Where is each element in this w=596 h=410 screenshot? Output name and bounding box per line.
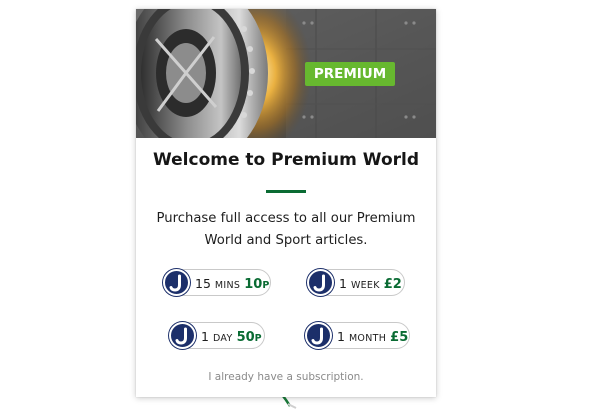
option-price: 10: [244, 277, 263, 292]
option-1-day[interactable]: 1 DAY 50P: [169, 322, 265, 349]
page: PREMIUM Welcome to Premium World Purchas…: [0, 0, 596, 410]
j-logo-icon: [169, 322, 196, 349]
option-price: £5: [390, 330, 409, 345]
j-logo-icon: [307, 269, 334, 296]
option-price: £2: [383, 277, 402, 292]
option-unit: MINS: [214, 280, 241, 291]
option-price: 50: [236, 330, 255, 345]
modal-title: Welcome to Premium World: [153, 150, 419, 170]
option-price-suffix: P: [254, 333, 262, 344]
option-label: 1 MONTH £5: [337, 323, 408, 350]
option-label: 1 WEEK £2: [339, 270, 402, 297]
j-logo-icon: [305, 322, 332, 349]
modal-description: Purchase full access to all our Premium …: [156, 211, 416, 248]
option-label: 1 DAY 50P: [201, 323, 262, 350]
existing-subscription-link[interactable]: I already have a subscription.: [136, 371, 436, 383]
option-unit: DAY: [212, 333, 233, 344]
option-price-suffix: P: [262, 280, 270, 291]
option-unit: WEEK: [350, 280, 380, 291]
title-divider: [266, 190, 306, 193]
premium-badge: PREMIUM: [305, 62, 395, 86]
option-15-mins[interactable]: 15 MINS 10P: [163, 269, 271, 296]
option-amount: 1: [339, 276, 347, 291]
option-amount: 1: [337, 329, 345, 344]
option-1-week[interactable]: 1 WEEK £2: [307, 269, 405, 296]
j-logo-icon: [163, 269, 190, 296]
option-amount: 1: [201, 329, 209, 344]
option-1-month[interactable]: 1 MONTH £5: [305, 322, 410, 349]
option-label: 15 MINS 10P: [195, 270, 269, 297]
option-unit: MONTH: [348, 333, 387, 344]
vault-door-image: PREMIUM: [136, 9, 436, 138]
option-amount: 15: [195, 276, 211, 291]
premium-modal: PREMIUM Welcome to Premium World Purchas…: [136, 9, 436, 397]
